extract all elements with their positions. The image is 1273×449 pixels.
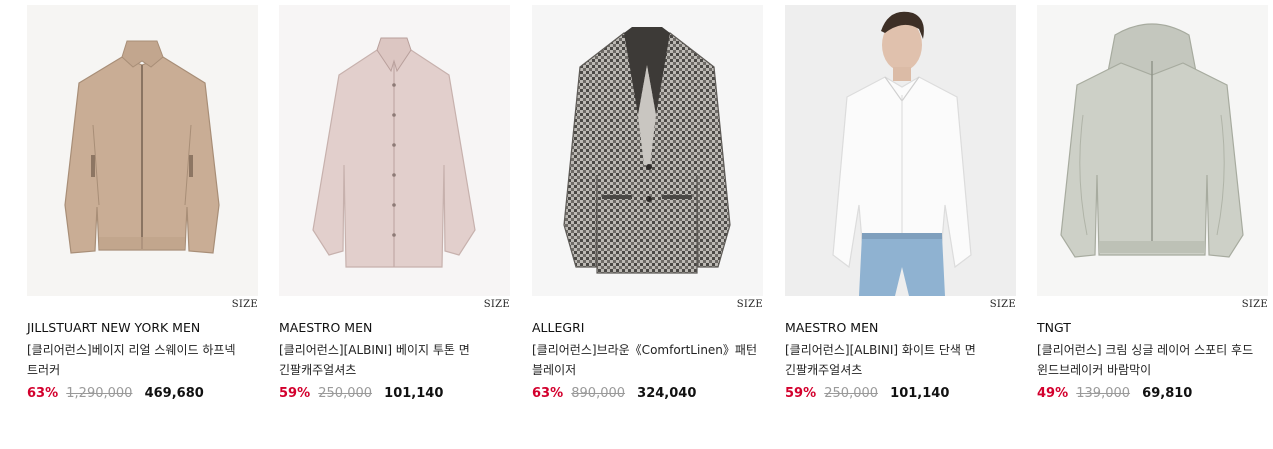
product-name[interactable]: [클리어런스]브라운《ComfortLinen》패턴 블레이저 (532, 340, 763, 380)
windbreaker-illustration (1037, 5, 1268, 296)
discount-rate: 63% (27, 386, 59, 401)
product-image-beige-shirt[interactable] (279, 5, 510, 296)
product-name[interactable]: [클리어런스] 크림 싱글 레이어 스포티 후드 윈드브레이커 바람막이 (1037, 340, 1268, 380)
final-price: 324,040 (637, 386, 697, 401)
product-card[interactable]: SIZE ALLEGRI [클리어런스]브라운《ComfortLinen》패턴 … (532, 5, 763, 401)
discount-rate: 59% (785, 386, 817, 401)
final-price: 101,140 (384, 386, 444, 401)
model-illustration (785, 5, 1016, 296)
price-row: 63% 890,000 324,040 (532, 386, 763, 401)
size-label[interactable]: SIZE (232, 299, 258, 310)
product-name[interactable]: [클리어런스][ALBINI] 베이지 투톤 면 긴팔캐주얼셔츠 (279, 340, 510, 380)
product-image-cream-hooded-windbreaker[interactable] (1037, 5, 1268, 296)
original-price: 139,000 (1076, 386, 1131, 401)
original-price: 250,000 (824, 386, 879, 401)
product-name[interactable]: [클리어런스]베이지 리얼 스웨이드 하프넥 트러커 (27, 340, 258, 380)
price-row: 59% 250,000 101,140 (785, 386, 1016, 401)
product-card[interactable]: SIZE MAESTRO MEN [클리어런스][ALBINI] 화이트 단색 … (785, 5, 1016, 401)
final-price: 469,680 (144, 386, 204, 401)
price-row: 63% 1,290,000 469,680 (27, 386, 258, 401)
product-brand[interactable]: TNGT (1037, 320, 1268, 335)
jacket-illustration (27, 5, 258, 296)
size-label[interactable]: SIZE (1242, 299, 1268, 310)
product-image-model-white-shirt[interactable] (785, 5, 1016, 296)
shirt-illustration (279, 5, 510, 296)
price-row: 49% 139,000 69,810 (1037, 386, 1268, 401)
blazer-illustration (532, 5, 763, 296)
product-brand[interactable]: MAESTRO MEN (785, 320, 1016, 335)
product-card[interactable]: SIZE MAESTRO MEN [클리어런스][ALBINI] 베이지 투톤 … (279, 5, 510, 401)
size-label[interactable]: SIZE (737, 299, 763, 310)
final-price: 69,810 (1142, 386, 1193, 401)
original-price: 890,000 (571, 386, 626, 401)
price-row: 59% 250,000 101,140 (279, 386, 510, 401)
product-grid: SIZE JILLSTUART NEW YORK MEN [클리어런스]베이지 … (0, 0, 1273, 449)
product-image-beige-suede-jacket[interactable] (27, 5, 258, 296)
discount-rate: 63% (532, 386, 564, 401)
product-brand[interactable]: ALLEGRI (532, 320, 763, 335)
product-brand[interactable]: MAESTRO MEN (279, 320, 510, 335)
original-price: 250,000 (318, 386, 373, 401)
product-brand[interactable]: JILLSTUART NEW YORK MEN (27, 320, 258, 335)
final-price: 101,140 (890, 386, 950, 401)
product-card[interactable]: SIZE TNGT [클리어런스] 크림 싱글 레이어 스포티 후드 윈드브레이… (1037, 5, 1268, 401)
original-price: 1,290,000 (66, 386, 133, 401)
size-label[interactable]: SIZE (990, 299, 1016, 310)
product-image-houndstooth-blazer[interactable] (532, 5, 763, 296)
size-label[interactable]: SIZE (484, 299, 510, 310)
discount-rate: 59% (279, 386, 311, 401)
discount-rate: 49% (1037, 386, 1069, 401)
product-card[interactable]: SIZE JILLSTUART NEW YORK MEN [클리어런스]베이지 … (27, 5, 258, 401)
product-name[interactable]: [클리어런스][ALBINI] 화이트 단색 면 긴팔캐주얼셔츠 (785, 340, 1016, 380)
